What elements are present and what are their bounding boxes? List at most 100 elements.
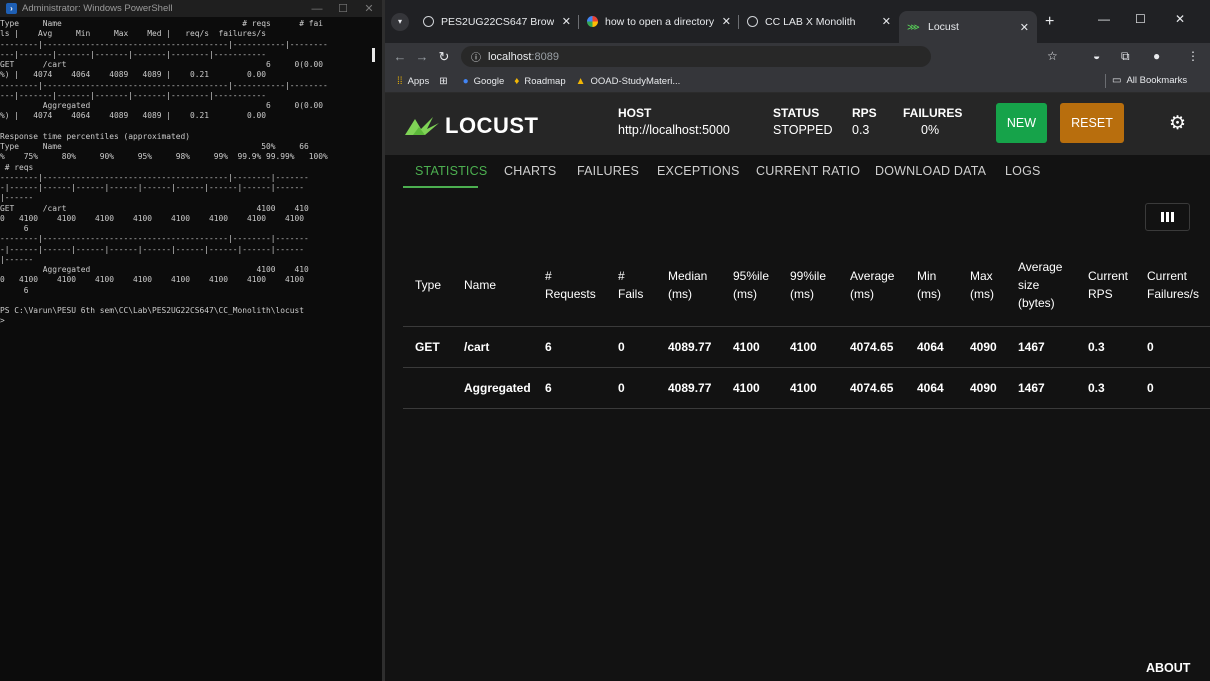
bookmark-ooad[interactable]: ▲ OOAD-StudyMateri... [576, 76, 681, 87]
bookmark-label: OOAD-StudyMateri... [590, 75, 681, 87]
forward-icon[interactable]: → [411, 49, 433, 64]
maximize-button[interactable]: ☐ [330, 2, 356, 15]
column-header-line: Type [415, 278, 442, 292]
about-link[interactable]: ABOUT [1146, 661, 1190, 675]
column-selector-button[interactable] [1145, 203, 1190, 231]
status-stat: STATUS STOPPED [773, 105, 833, 139]
minimize-button[interactable]: — [1098, 12, 1110, 26]
menu-icon[interactable]: ⋮ [1187, 49, 1199, 63]
column-header-line: (ms) [790, 287, 814, 301]
host-label: HOST [618, 106, 652, 120]
column-header[interactable]: Current Failures/s [1147, 267, 1199, 303]
tab-current-ratio[interactable]: CURRENT RATIO [756, 164, 860, 178]
powershell-window[interactable]: › Administrator: Windows PowerShell — ☐ … [0, 0, 382, 681]
tab-charts[interactable]: CHARTS [504, 164, 556, 178]
column-header[interactable]: 95%ile (ms) [733, 267, 769, 303]
incognito-icon[interactable]: ◒ [1093, 49, 1100, 63]
table-row-divider [403, 408, 1210, 409]
column-header-line: Current [1147, 269, 1188, 283]
tab-statistics[interactable]: STATISTICS [415, 164, 487, 178]
tab-failures[interactable]: FAILURES [577, 164, 639, 178]
table-cell: 0.3 [1088, 340, 1105, 354]
console-output[interactable]: Type Name # reqs # fai ls | Avg Min Max … [0, 17, 382, 327]
all-bookmarks[interactable]: ▭ All Bookmarks [1112, 75, 1187, 86]
tab-locust[interactable]: ⋙ Locust ✕ [899, 11, 1037, 43]
tab-exceptions[interactable]: EXCEPTIONS [657, 164, 740, 178]
column-header[interactable]: Median (ms) [668, 267, 707, 303]
tab-strip: ▾ PES2UG22CS647 Browse ✕ how to open a d… [385, 0, 1210, 43]
tab-title: PES2UG22CS647 Browse [441, 15, 554, 28]
table-cell: 1467 [1018, 340, 1045, 354]
close-icon[interactable]: ✕ [722, 15, 731, 28]
column-header[interactable]: Average size (bytes) [1018, 258, 1062, 312]
column-header[interactable]: Current RPS [1088, 267, 1128, 303]
table-cell: GET [415, 340, 440, 354]
table-cell: Aggregated [464, 381, 531, 395]
close-button[interactable]: ✕ [1175, 12, 1185, 26]
browser-toolbar: ← → ↻ ⓘ localhost:8089 ☆ ◒ ⧉ ● ⋮ [385, 43, 1210, 70]
bookmark-star-icon[interactable]: ☆ [1047, 49, 1058, 63]
column-header[interactable]: Min (ms) [917, 267, 941, 303]
column-header-line: 95%ile [733, 269, 770, 283]
column-header[interactable]: Max (ms) [970, 267, 994, 303]
tab-how-to-open-directory[interactable]: how to open a directory ✕ [579, 7, 739, 37]
column-header-line: Requests [545, 287, 596, 301]
close-icon[interactable]: ✕ [1020, 21, 1029, 34]
site-info-icon[interactable]: ⓘ [471, 49, 481, 64]
new-test-button[interactable]: NEW [996, 103, 1047, 143]
column-header-line: (ms) [668, 287, 692, 301]
back-icon[interactable]: ← [389, 49, 411, 64]
reset-stats-button[interactable]: RESET [1060, 103, 1124, 143]
close-button[interactable]: ✕ [356, 2, 382, 15]
tab-cc-lab-monolith[interactable]: CC LAB X Monolith ✕ [739, 7, 899, 37]
table-cell: 0 [1147, 340, 1154, 354]
failures-value: 0% [921, 123, 940, 137]
reload-icon[interactable]: ↻ [433, 49, 455, 65]
column-header-line: Failures/s [1147, 287, 1200, 301]
column-header-line: RPS [1088, 287, 1113, 301]
gear-icon[interactable]: ⚙ [1169, 112, 1186, 135]
new-tab-button[interactable]: + [1045, 13, 1054, 31]
locust-icon: ⋙ [907, 21, 920, 32]
column-header-line: (bytes) [1018, 296, 1055, 310]
bookmark-grid[interactable]: ⊞ [439, 76, 452, 87]
column-header-line: (ms) [850, 287, 874, 301]
google-icon [587, 16, 598, 27]
tab-download-data[interactable]: DOWNLOAD DATA [875, 164, 986, 178]
tab-search-button[interactable]: ▾ [391, 12, 409, 31]
column-header[interactable]: 99%ile (ms) [790, 267, 826, 303]
powershell-title: Administrator: Windows PowerShell [22, 3, 173, 14]
column-header[interactable]: Type [415, 276, 441, 294]
console-scrollbar[interactable] [372, 48, 375, 62]
bookmark-google[interactable]: ● Google [463, 76, 505, 87]
extensions-icon[interactable]: ⧉ [1121, 49, 1130, 64]
address-bar[interactable]: ⓘ localhost:8089 [461, 46, 931, 67]
locust-logo[interactable]: LOCUST [403, 113, 538, 139]
powershell-icon: › [6, 3, 17, 14]
column-header[interactable]: Average (ms) [850, 267, 894, 303]
column-header[interactable]: Name [464, 276, 496, 294]
bookmarks-divider [1105, 74, 1106, 88]
table-cell: 4064 [917, 381, 944, 395]
bookmark-roadmap[interactable]: ♦ Roadmap [514, 76, 565, 87]
bookmark-apps[interactable]: ⁞⁞ Apps [397, 76, 429, 87]
column-header-line: # [545, 269, 552, 283]
tab-logs[interactable]: LOGS [1005, 164, 1041, 178]
status-value: STOPPED [773, 123, 833, 137]
maximize-button[interactable]: ☐ [1135, 12, 1146, 26]
grid-icon: ⊞ [439, 75, 448, 87]
column-header[interactable]: # Requests [545, 267, 596, 303]
powershell-titlebar[interactable]: › Administrator: Windows PowerShell — ☐ … [0, 0, 382, 17]
table-cell: 4100 [790, 340, 817, 354]
minimize-button[interactable]: — [304, 3, 330, 15]
column-header-line: Min [917, 269, 937, 283]
active-tab-indicator [403, 186, 478, 188]
close-icon[interactable]: ✕ [562, 15, 571, 28]
profile-avatar[interactable]: ● [1153, 49, 1160, 63]
close-icon[interactable]: ✕ [882, 15, 891, 28]
locust-logo-icon [405, 117, 439, 135]
drive-icon: ▲ [575, 75, 586, 87]
tab-pes2ug22cs647[interactable]: PES2UG22CS647 Browse ✕ [415, 7, 579, 37]
column-header[interactable]: # Fails [618, 267, 643, 303]
url-port: :8089 [531, 50, 559, 63]
